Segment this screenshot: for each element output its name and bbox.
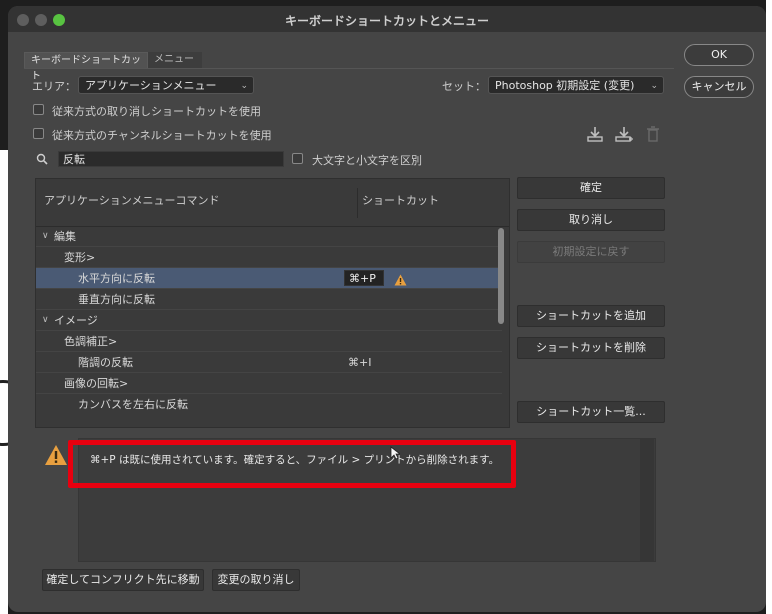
row-label: イメージ xyxy=(54,314,98,327)
area-label: エリア： xyxy=(32,80,76,93)
area-select[interactable]: アプリケーションメニュー ⌄ xyxy=(78,76,254,94)
chevron-down-icon[interactable]: ∨ xyxy=(42,310,49,331)
row-label: 色調補正> xyxy=(64,335,118,348)
tab-keyboard-shortcuts[interactable]: キーボードショートカット xyxy=(24,52,148,82)
search-input[interactable]: 反転 xyxy=(58,151,284,167)
mouse-cursor-icon xyxy=(390,446,402,463)
add-shortcut-button[interactable]: ショートカットを追加 xyxy=(517,305,665,327)
row-label: カンバスを左右に反転 xyxy=(78,398,188,411)
tab-divider xyxy=(24,68,674,69)
row-label: 垂直方向に反転 xyxy=(78,293,155,306)
set-select[interactable]: Photoshop 初期設定 (変更) ⌄ xyxy=(488,76,664,94)
chevron-down-icon: ⌄ xyxy=(650,81,658,91)
tab-menus[interactable]: メニュー xyxy=(148,52,202,68)
row-shortcut: ⌘+I xyxy=(348,356,372,369)
legacy-channel-checkbox[interactable] xyxy=(33,128,44,139)
message-scrollbar[interactable] xyxy=(640,439,654,561)
background-right xyxy=(766,0,772,614)
row-label: 編集 xyxy=(54,230,76,243)
set-select-value: Photoshop 初期設定 (変更) xyxy=(495,79,635,92)
legacy-undo-checkbox[interactable] xyxy=(33,104,44,115)
shortcut-input[interactable]: ⌘+P xyxy=(344,270,384,286)
table-scrollbar-thumb[interactable] xyxy=(498,228,504,324)
row-label: 水平方向に反転 xyxy=(78,272,155,285)
cancel-button[interactable]: キャンセル xyxy=(684,76,754,98)
table-row[interactable]: 色調補正> xyxy=(36,331,502,352)
use-default-button[interactable]: 初期設定に戻す xyxy=(517,241,665,263)
table-row[interactable]: 垂直方向に反転 xyxy=(36,289,502,310)
case-sensitive-checkbox[interactable] xyxy=(292,153,303,164)
save-set-as-icon[interactable] xyxy=(614,126,634,145)
save-set-icon[interactable] xyxy=(586,126,604,145)
undo-button[interactable]: 取り消し xyxy=(517,209,665,231)
case-sensitive-label: 大文字と小文字を区別 xyxy=(312,154,422,167)
accept-goto-conflict-button[interactable]: 確定してコンフリクト先に移動 xyxy=(42,569,204,591)
accept-button[interactable]: 確定 xyxy=(517,177,665,199)
warning-icon xyxy=(44,444,68,469)
table-row-selected[interactable]: 水平方向に反転 ⌘+P xyxy=(36,268,502,289)
ok-button[interactable]: OK xyxy=(684,44,754,66)
undo-changes-button[interactable]: 変更の取り消し xyxy=(212,569,300,591)
table-row[interactable]: ∨ 編集 xyxy=(36,226,502,247)
column-header-shortcut[interactable]: ショートカット xyxy=(362,192,439,208)
title-bar: キーボードショートカットとメニュー xyxy=(8,6,766,32)
delete-shortcut-button[interactable]: ショートカットを削除 xyxy=(517,337,665,359)
table-row[interactable]: カンバスを左右に反転 xyxy=(36,394,502,416)
column-header-command[interactable]: アプリケーションメニューコマンド xyxy=(44,192,219,208)
trash-icon[interactable] xyxy=(646,126,660,145)
column-divider xyxy=(357,188,358,218)
search-icon xyxy=(36,153,48,168)
table-row[interactable]: 画像の回転> xyxy=(36,373,502,394)
window-title: キーボードショートカットとメニュー xyxy=(284,14,489,28)
legacy-undo-label: 従来方式の取り消しショートカットを使用 xyxy=(52,105,261,118)
dialog-window: キーボードショートカットとメニュー キーボードショートカット メニュー エリア：… xyxy=(8,6,766,612)
row-label: 階調の反転 xyxy=(78,356,133,369)
row-label: 変形> xyxy=(64,251,96,264)
table-row[interactable]: 階調の反転 ⌘+I xyxy=(36,352,502,373)
table-row[interactable]: ∨ イメージ xyxy=(36,310,502,331)
highlight-annotation xyxy=(68,440,516,488)
set-label: セット： xyxy=(442,80,486,93)
chevron-down-icon: ⌄ xyxy=(240,81,248,91)
table-row[interactable]: 変形> xyxy=(36,247,502,268)
legacy-channel-label: 従来方式のチャンネルショートカットを使用 xyxy=(52,129,272,142)
area-select-value: アプリケーションメニュー xyxy=(85,79,217,92)
chevron-down-icon[interactable]: ∨ xyxy=(42,226,49,247)
summarize-button[interactable]: ショートカット一覧... xyxy=(517,401,665,423)
row-label: 画像の回転> xyxy=(64,377,129,390)
